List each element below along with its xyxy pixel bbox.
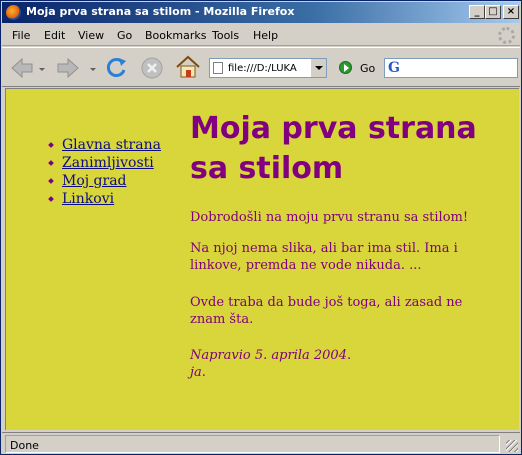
paragraph-style: Na njoj nema slika, ali bar ima stil. Im… — [190, 241, 458, 273]
url-history-dropdown[interactable] — [310, 59, 326, 77]
firefox-icon — [6, 5, 21, 20]
list-item: Zanimljivosti — [46, 154, 161, 172]
search-input[interactable] — [411, 61, 515, 75]
back-icon[interactable] — [8, 56, 36, 80]
forward-history-dropdown[interactable] — [90, 68, 96, 71]
home-icon[interactable] — [174, 54, 202, 80]
status-bar: Done — [2, 432, 520, 454]
menu-help[interactable]: Help — [253, 29, 278, 42]
stop-icon[interactable] — [139, 55, 165, 81]
resize-grip-icon[interactable] — [506, 440, 518, 452]
go-label: Go — [360, 62, 376, 75]
search-box[interactable]: G — [384, 58, 518, 78]
back-history-dropdown[interactable] — [39, 68, 45, 71]
page-content: Glavna strana Zanimljivosti Moj grad Lin… — [5, 88, 519, 430]
nav-link-moj-grad[interactable]: Moj grad — [62, 173, 127, 189]
list-item: Linkovi — [46, 190, 161, 208]
menu-tools[interactable]: Tools — [212, 29, 239, 42]
nav-link-linkovi[interactable]: Linkovi — [62, 191, 114, 207]
url-input[interactable] — [228, 61, 308, 75]
maximize-button[interactable]: □ — [485, 5, 501, 19]
window-title: Moja prva strana sa stilom - Mozilla Fir… — [26, 5, 295, 18]
list-item: Moj grad — [46, 172, 161, 190]
signature-line-2: ja. — [190, 365, 206, 380]
title-bar: Moja prva strana sa stilom - Mozilla Fir… — [2, 2, 520, 23]
status-text: Done — [5, 435, 500, 453]
page-heading: Moja prva strana sa stilom — [190, 111, 477, 186]
page-icon — [213, 62, 223, 74]
close-button[interactable]: × — [503, 5, 519, 19]
reload-icon[interactable] — [103, 55, 129, 81]
google-icon[interactable]: G — [388, 61, 408, 75]
menu-file[interactable]: File — [12, 29, 30, 42]
address-bar[interactable] — [209, 58, 327, 78]
nav-link-zanimljivosti[interactable]: Zanimljivosti — [62, 155, 154, 171]
menu-bookmarks[interactable]: Bookmarks — [145, 29, 206, 42]
menu-edit[interactable]: Edit — [44, 29, 65, 42]
menu-go[interactable]: Go — [117, 29, 132, 42]
throbber-icon — [498, 27, 515, 44]
menu-bar: File Edit View Go Bookmarks Tools Help — [2, 24, 520, 46]
signature: Napravio 5. aprila 2004. ja. — [190, 347, 351, 381]
go-arrow-icon — [339, 61, 352, 74]
paragraph-more: Ovde traba da bude još toga, ali zasad n… — [190, 295, 463, 327]
list-item: Glavna strana — [46, 136, 161, 154]
menu-view[interactable]: View — [78, 29, 104, 42]
forward-icon[interactable] — [54, 56, 82, 80]
site-nav-list: Glavna strana Zanimljivosti Moj grad Lin… — [46, 136, 161, 208]
minimize-button[interactable]: _ — [469, 5, 485, 19]
browser-window: Moja prva strana sa stilom - Mozilla Fir… — [0, 0, 522, 455]
paragraph-welcome: Dobrodošli na moju prvu stranu sa stilom… — [190, 210, 469, 225]
navigation-toolbar: Go G — [2, 47, 520, 87]
nav-link-glavna-strana[interactable]: Glavna strana — [62, 137, 161, 153]
signature-line-1: Napravio 5. aprila 2004. — [190, 348, 352, 363]
